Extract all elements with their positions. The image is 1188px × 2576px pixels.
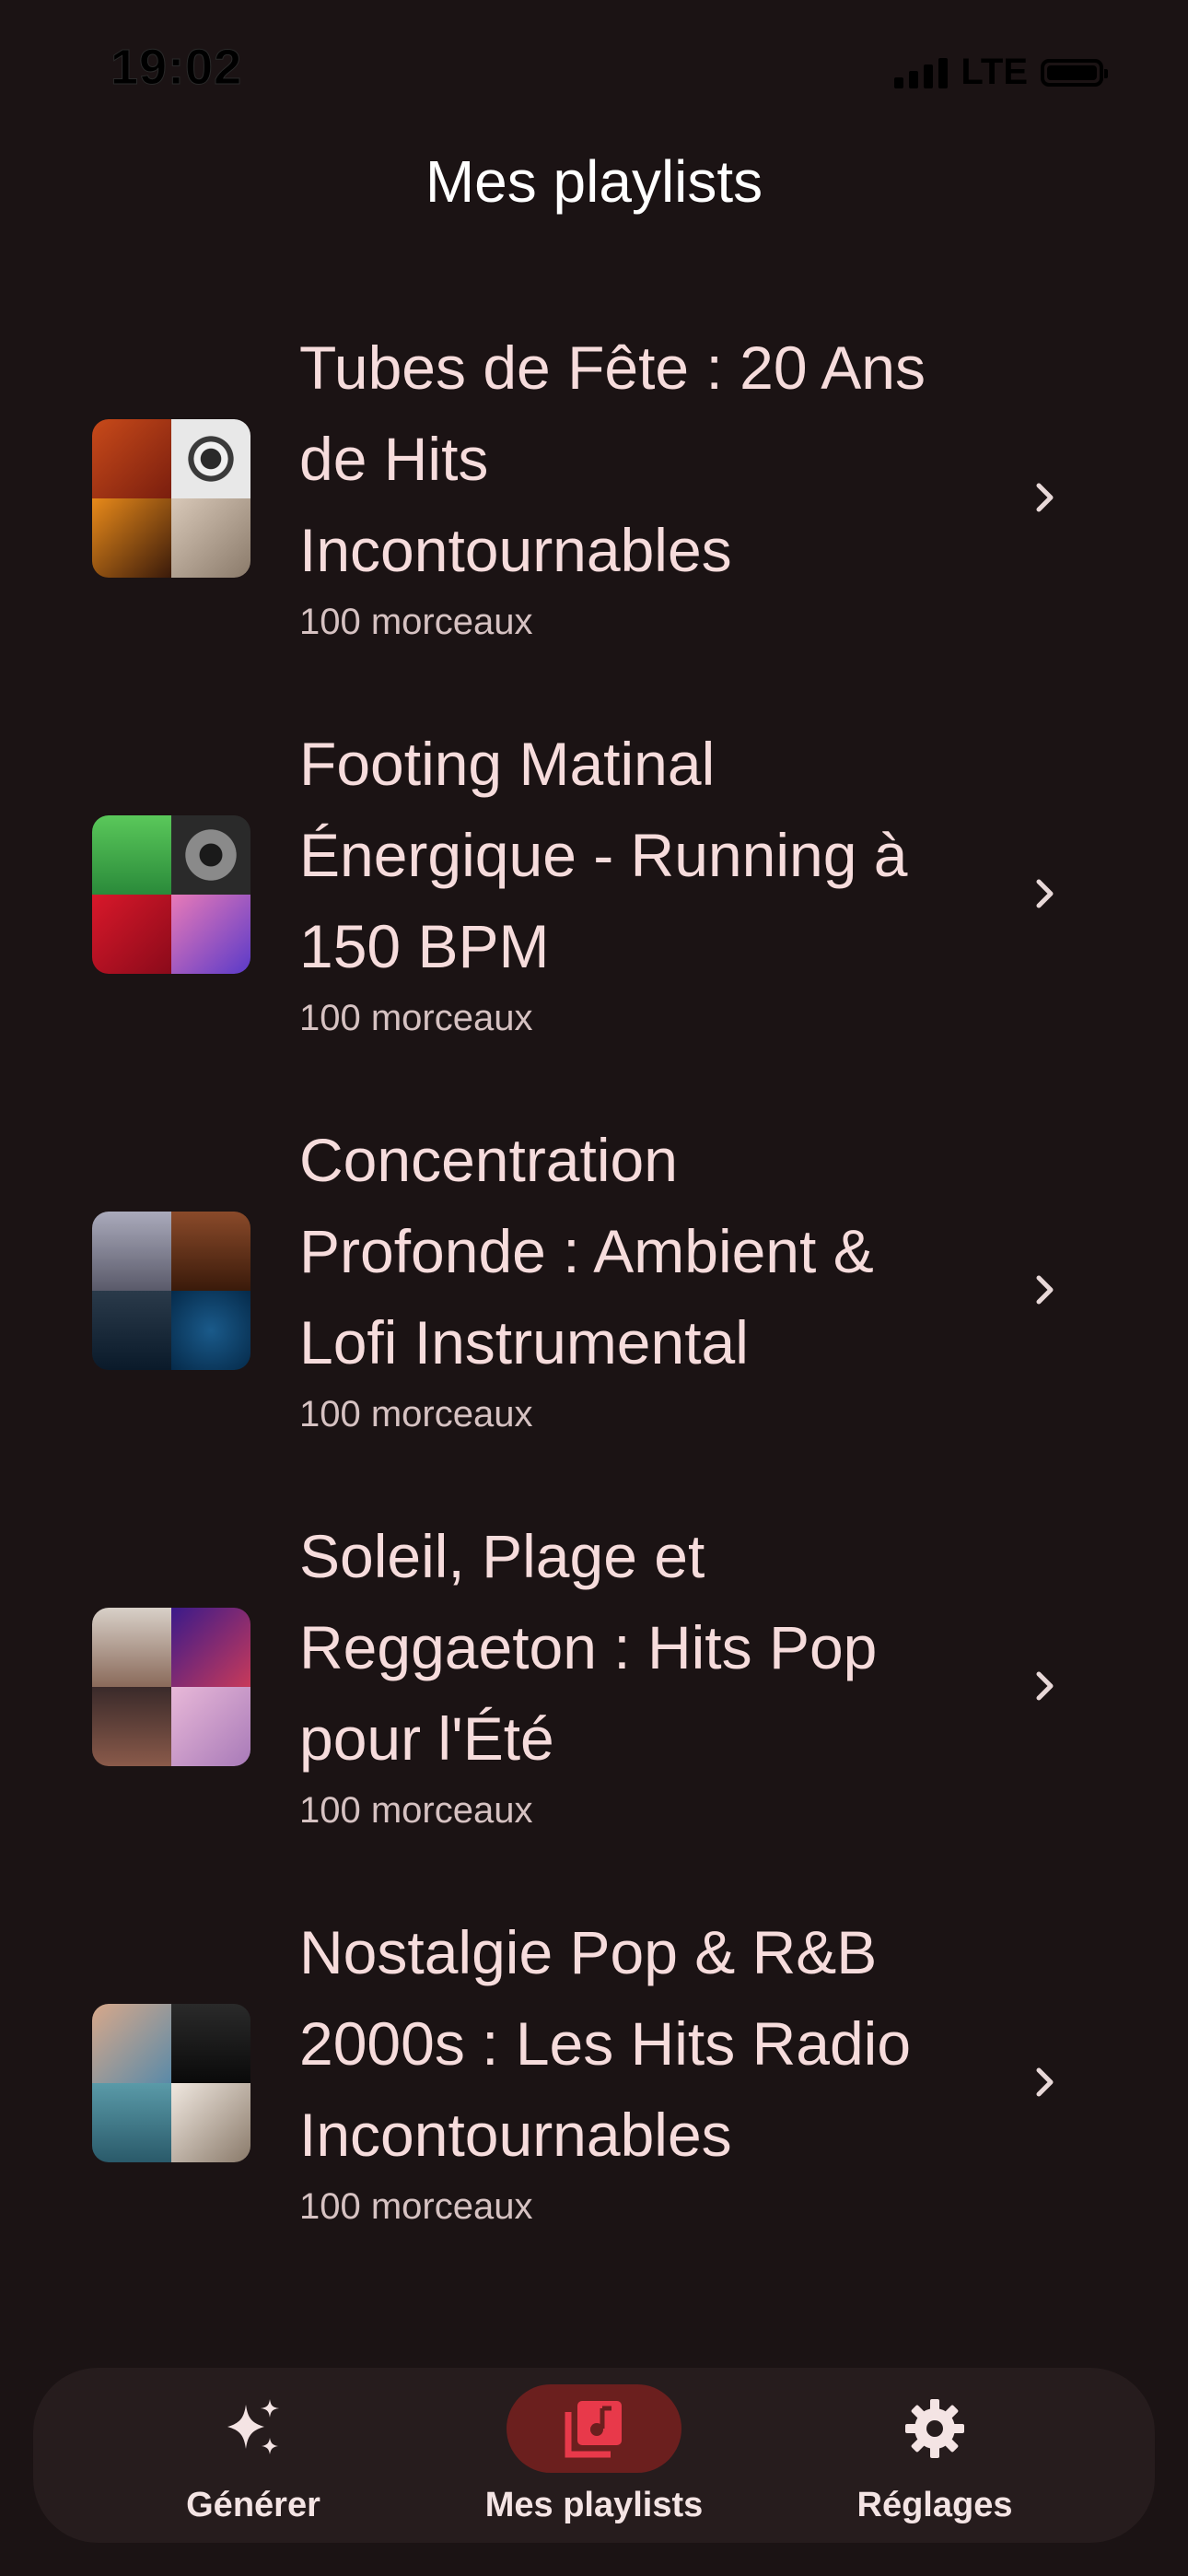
nav-my-playlists[interactable]: Mes playlists xyxy=(456,2368,732,2543)
nav-generate[interactable]: Générer xyxy=(115,2368,391,2543)
cover-tile xyxy=(171,1212,250,1291)
track-count: 100 morceaux xyxy=(299,1790,533,1831)
track-count: 100 morceaux xyxy=(299,602,533,642)
playlist-text: Footing Matinal Énergique - Running à 150 … xyxy=(299,719,999,1040)
cover-tile xyxy=(92,498,171,578)
chevron-right-icon xyxy=(1036,483,1054,512)
nav-label: Générer xyxy=(186,2486,320,2524)
cover-tile xyxy=(92,1687,171,1766)
track-count: 100 morceaux xyxy=(299,2186,533,2227)
cover-tile xyxy=(171,419,250,498)
bottom-nav: Générer Mes playlists Réglages xyxy=(33,2368,1155,2543)
nav-label: Mes playlists xyxy=(484,2486,704,2524)
playlist-title: Footing Matinal Énergique - Running à 150 … xyxy=(299,730,908,980)
cover-tile xyxy=(92,2083,171,2162)
status-time: 19:02 xyxy=(110,40,243,96)
playlist-item[interactable]: Nostalgie Pop & R&B 2000s : Les Hits Radi… xyxy=(0,1907,1188,2303)
playlist-item[interactable]: Concentration Profonde : Ambient & Lofi In… xyxy=(0,1115,1188,1511)
nav-settings[interactable]: Réglages xyxy=(797,2368,1073,2543)
playlist-item[interactable]: Footing Matinal Énergique - Running à 150 … xyxy=(0,719,1188,1115)
playlist-text: Tubes de Fête : 20 Ans de Hits Incontourna… xyxy=(299,322,999,644)
cover-tile xyxy=(92,419,171,498)
playlist-title: Soleil, Plage et Reggaeton : Hits Pop pour… xyxy=(299,1522,878,1773)
nav-icon-container xyxy=(166,2384,341,2473)
nav-icon-container xyxy=(847,2384,1022,2473)
cover-tile xyxy=(92,1291,171,1370)
playlist-cover xyxy=(92,815,250,974)
chevron-right-icon xyxy=(1036,879,1054,908)
cover-tile xyxy=(171,1608,250,1687)
page-title: Mes playlists xyxy=(425,148,763,215)
playlist-text: Soleil, Plage et Reggaeton : Hits Pop pour… xyxy=(299,1511,999,1832)
status-indicators: LTE xyxy=(894,52,1108,93)
status-bar: 19:02 LTE xyxy=(0,0,1188,138)
nav-icon-container xyxy=(507,2384,681,2473)
library-music-icon xyxy=(565,2401,622,2458)
playlist-text: Concentration Profonde : Ambient & Lofi In… xyxy=(299,1115,999,1436)
network-type: LTE xyxy=(961,52,1028,92)
battery-icon xyxy=(1041,58,1108,87)
chevron-right-icon xyxy=(1036,1671,1054,1701)
cover-tile xyxy=(171,2004,250,2083)
playlist-list: Tubes de Fête : 20 Ans de Hits Incontourna… xyxy=(0,322,1188,2303)
track-count: 100 morceaux xyxy=(299,1394,533,1434)
chevron-right-icon xyxy=(1036,1275,1054,1305)
playlist-title: Tubes de Fête : 20 Ans de Hits Incontourna… xyxy=(299,334,926,584)
playlist-cover xyxy=(92,2004,250,2162)
playlist-title: Nostalgie Pop & R&B 2000s : Les Hits Radi… xyxy=(299,1918,912,2169)
cover-tile xyxy=(92,895,171,974)
cover-tile xyxy=(171,815,250,895)
chevron-right-icon xyxy=(1036,2067,1054,2097)
playlist-cover xyxy=(92,1212,250,1370)
cover-tile xyxy=(171,498,250,578)
playlist-cover xyxy=(92,1608,250,1766)
cover-tile xyxy=(171,2083,250,2162)
signal-icon xyxy=(894,57,949,88)
cover-tile xyxy=(171,1291,250,1370)
playlist-item[interactable]: Tubes de Fête : 20 Ans de Hits Incontourna… xyxy=(0,322,1188,719)
playlist-text: Nostalgie Pop & R&B 2000s : Les Hits Radi… xyxy=(299,1907,999,2229)
playlist-cover xyxy=(92,419,250,578)
gear-icon xyxy=(905,2399,964,2458)
playlist-item[interactable]: Soleil, Plage et Reggaeton : Hits Pop pour… xyxy=(0,1511,1188,1907)
cover-tile xyxy=(92,1608,171,1687)
cover-tile xyxy=(171,895,250,974)
cover-tile xyxy=(92,1212,171,1291)
cover-tile xyxy=(92,2004,171,2083)
cover-tile xyxy=(171,1687,250,1766)
nav-label: Réglages xyxy=(856,2486,1013,2524)
cover-tile xyxy=(92,815,171,895)
playlist-title: Concentration Profonde : Ambient & Lofi In… xyxy=(299,1126,874,1376)
track-count: 100 morceaux xyxy=(299,998,533,1038)
sparkles-icon xyxy=(227,2399,279,2454)
